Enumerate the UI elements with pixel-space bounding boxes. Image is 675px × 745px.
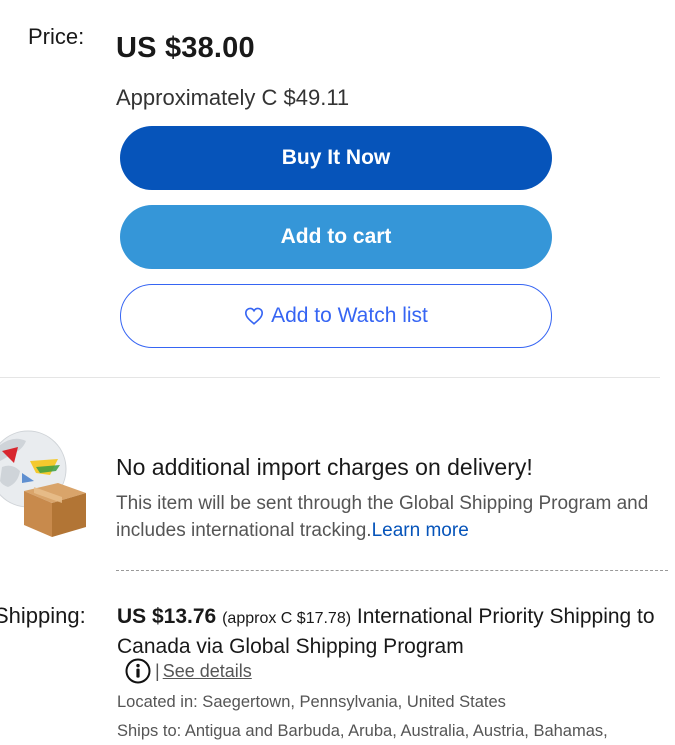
- info-icon[interactable]: [124, 657, 152, 685]
- buy-it-now-label: Buy It Now: [281, 146, 391, 169]
- add-to-watch-list-button[interactable]: Add to Watch list: [120, 284, 552, 348]
- ships-to-list: Ships to: Antigua and Barbuda, Aruba, Au…: [117, 722, 608, 740]
- shipping-approx: (approx C $17.78): [222, 610, 352, 627]
- add-to-cart-button[interactable]: Add to cart: [120, 205, 552, 269]
- details-separator: |: [155, 660, 160, 681]
- add-to-watch-list-label: Add to Watch list: [271, 304, 428, 327]
- learn-more-link[interactable]: Learn more: [372, 520, 469, 541]
- shipping-details-row: | See details: [124, 657, 252, 685]
- price-approx-prefix: Approximately: [116, 85, 262, 110]
- shipping-summary: US $13.76 (approx C $17.78) Internationa…: [117, 603, 662, 661]
- heart-outline-icon: [244, 306, 266, 326]
- section-divider: [0, 377, 660, 378]
- dotted-divider: [116, 570, 668, 571]
- buy-it-now-button[interactable]: Buy It Now: [120, 126, 552, 190]
- price-value: US $38.00: [116, 32, 255, 64]
- gsp-description: This item will be sent through the Globa…: [116, 490, 666, 544]
- globe-box-icon: [0, 425, 92, 537]
- price-approx-value: C $49.11: [261, 85, 350, 110]
- shipping-cost: US $13.76: [117, 605, 217, 628]
- add-to-cart-label: Add to cart: [280, 225, 392, 248]
- see-details-link[interactable]: See details: [163, 661, 252, 682]
- price-approx: Approximately C $49.11: [116, 85, 349, 111]
- price-label: Price:: [28, 24, 85, 49]
- shipping-label: Shipping:: [0, 603, 86, 628]
- import-charges-heading: No additional import charges on delivery…: [116, 454, 533, 480]
- item-location: Located in: Saegertown, Pennsylvania, Un…: [117, 693, 506, 711]
- listing-price-panel: Price: US $38.00 Approximately C $49.11 …: [0, 0, 675, 745]
